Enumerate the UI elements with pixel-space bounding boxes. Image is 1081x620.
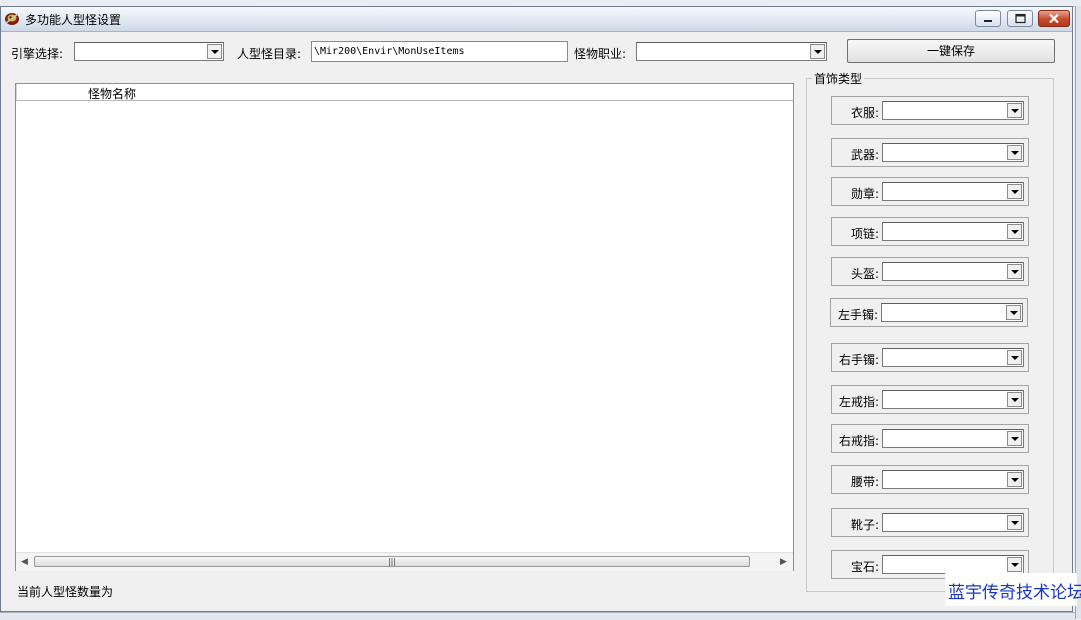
slot-left-bracelet-label: 左手镯: bbox=[837, 308, 878, 322]
close-icon bbox=[1049, 13, 1059, 24]
slot-gem-select[interactable] bbox=[882, 555, 1024, 574]
chevron-down-icon[interactable] bbox=[1007, 431, 1022, 446]
slot-left-bracelet-select[interactable] bbox=[881, 303, 1023, 322]
slot-weapon-label: 武器: bbox=[850, 148, 879, 162]
slot-right-ring: 右戒指: bbox=[831, 424, 1029, 453]
save-all-button[interactable]: 一键保存 bbox=[847, 39, 1055, 63]
job-label: 怪物职业: bbox=[574, 47, 627, 61]
slot-boots-label: 靴子: bbox=[850, 518, 879, 532]
header-separator bbox=[16, 84, 17, 100]
maximize-icon bbox=[1015, 13, 1026, 24]
slot-left-ring-select[interactable] bbox=[882, 390, 1024, 409]
job-select[interactable] bbox=[636, 42, 827, 61]
chevron-down-icon[interactable] bbox=[1007, 184, 1022, 199]
background-window-edge bbox=[1075, 6, 1081, 619]
dir-label: 人型怪目录: bbox=[237, 47, 302, 61]
forum-watermark: 蓝宇传奇技术论坛 bbox=[945, 573, 1081, 606]
chevron-down-icon[interactable] bbox=[1007, 392, 1022, 407]
slot-right-ring-select[interactable] bbox=[882, 429, 1024, 448]
chevron-down-icon[interactable] bbox=[1006, 305, 1021, 320]
chevron-down-icon[interactable] bbox=[1007, 224, 1022, 239]
slot-necklace-select[interactable] bbox=[882, 222, 1024, 241]
scroll-right-icon[interactable]: ▶ bbox=[780, 557, 787, 567]
slot-medal-select[interactable] bbox=[882, 182, 1024, 201]
slot-clothes: 衣服: bbox=[831, 96, 1029, 125]
slot-belt-select[interactable] bbox=[882, 470, 1024, 489]
close-button[interactable] bbox=[1038, 10, 1070, 27]
slot-right-ring-label: 右戒指: bbox=[838, 434, 879, 448]
window-title: 多功能人型怪设置 bbox=[25, 13, 122, 27]
slot-helmet-label: 头盔: bbox=[850, 267, 879, 281]
slot-medal: 勋章: bbox=[831, 177, 1029, 206]
column-header-monster-name[interactable]: 怪物名称 bbox=[88, 85, 136, 102]
app-icon bbox=[5, 13, 19, 25]
slot-weapon-select[interactable] bbox=[882, 143, 1024, 162]
slot-boots-select[interactable] bbox=[882, 513, 1024, 532]
minimize-button[interactable] bbox=[975, 10, 1001, 27]
slot-clothes-select[interactable] bbox=[882, 101, 1024, 120]
scrollbar-thumb[interactable]: ||| bbox=[34, 556, 750, 567]
chevron-down-icon[interactable] bbox=[1007, 557, 1022, 572]
chevron-down-icon[interactable] bbox=[1007, 472, 1022, 487]
slot-gem-label: 宝石: bbox=[850, 560, 879, 574]
slot-helmet-select[interactable] bbox=[882, 262, 1024, 281]
equipment-group-title: 首饰类型 bbox=[812, 70, 865, 87]
slot-necklace-label: 项链: bbox=[850, 227, 879, 241]
engine-select[interactable] bbox=[74, 42, 224, 61]
slot-right-bracelet-select[interactable] bbox=[882, 348, 1024, 367]
title-bar[interactable]: 多功能人型怪设置 bbox=[1, 7, 1072, 32]
horizontal-scrollbar[interactable]: ◀ ||| ▶ bbox=[16, 552, 793, 571]
minimize-icon bbox=[984, 20, 992, 22]
slot-weapon: 武器: bbox=[831, 138, 1029, 167]
slot-right-bracelet-label: 右手镯: bbox=[838, 353, 879, 367]
slot-left-bracelet: 左手镯: bbox=[830, 298, 1028, 327]
slot-belt-label: 腰带: bbox=[850, 475, 879, 489]
slot-right-bracelet: 右手镯: bbox=[831, 343, 1029, 372]
monster-count-status: 当前人型怪数量为 bbox=[17, 585, 114, 599]
monster-list[interactable]: 怪物名称 ◀ ||| ▶ bbox=[15, 83, 794, 571]
slot-necklace: 项链: bbox=[831, 217, 1029, 246]
main-window: 多功能人型怪设置 引擎选择: 人型怪目录: \Mir200\Envir\MonU… bbox=[0, 6, 1073, 612]
dir-input[interactable]: \Mir200\Envir\MonUseItems bbox=[311, 41, 568, 62]
slot-belt: 腰带: bbox=[831, 465, 1029, 494]
slot-medal-label: 勋章: bbox=[850, 187, 879, 201]
chevron-down-icon[interactable] bbox=[1007, 103, 1022, 118]
chevron-down-icon[interactable] bbox=[810, 44, 825, 59]
chevron-down-icon[interactable] bbox=[1007, 350, 1022, 365]
slot-left-ring: 左戒指: bbox=[831, 385, 1029, 414]
chevron-down-icon[interactable] bbox=[1007, 515, 1022, 530]
slot-helmet: 头盔: bbox=[831, 257, 1029, 286]
list-header: 怪物名称 bbox=[16, 84, 793, 101]
chevron-down-icon[interactable] bbox=[1007, 145, 1022, 160]
slot-boots: 靴子: bbox=[831, 508, 1029, 537]
chevron-down-icon[interactable] bbox=[207, 44, 222, 59]
scroll-left-icon[interactable]: ◀ bbox=[21, 557, 28, 567]
slot-clothes-label: 衣服: bbox=[850, 106, 879, 120]
slot-left-ring-label: 左戒指: bbox=[838, 395, 879, 409]
chevron-down-icon[interactable] bbox=[1007, 264, 1022, 279]
maximize-button[interactable] bbox=[1007, 10, 1033, 27]
engine-label: 引擎选择: bbox=[11, 47, 64, 61]
